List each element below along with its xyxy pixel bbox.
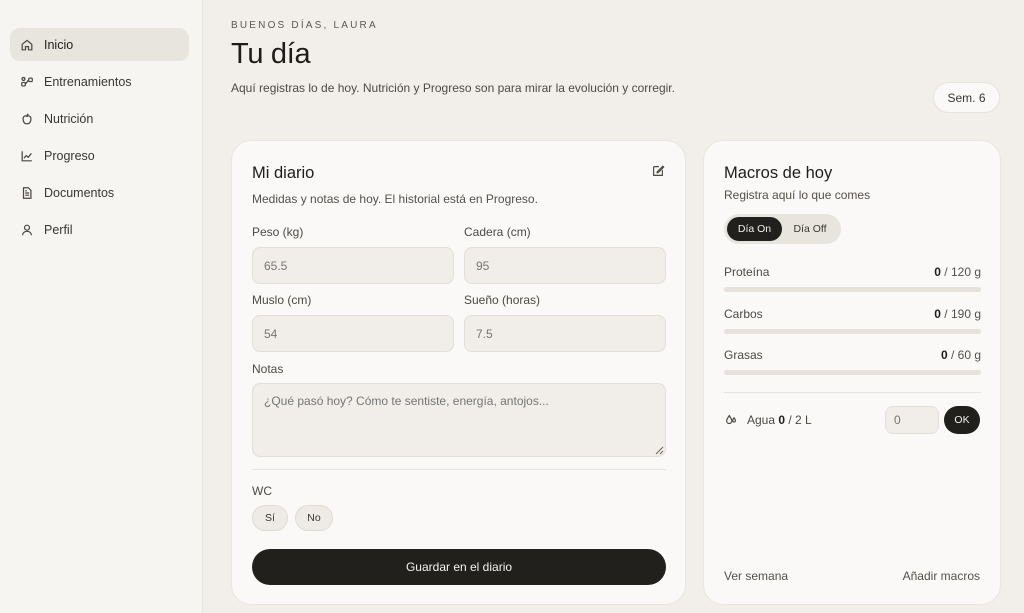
macros-card: Macros de hoy Registra aquí lo que comes… bbox=[703, 140, 1001, 605]
document-icon bbox=[20, 186, 34, 200]
page-subtitle: Aquí registras lo de hoy. Nutrición y Pr… bbox=[231, 81, 675, 95]
macros-description: Registra aquí lo que comes bbox=[724, 188, 871, 202]
day-off-toggle[interactable]: Día Off bbox=[782, 217, 838, 241]
water-row: Agua 0 / 2 L OK bbox=[724, 406, 981, 434]
water-ok-button[interactable]: OK bbox=[944, 406, 980, 434]
macro-value: 0 / 120 g bbox=[934, 265, 981, 279]
macro-name: Proteína bbox=[724, 265, 770, 279]
macro-progress-bar bbox=[724, 329, 981, 334]
save-diary-button[interactable]: Guardar en el diario bbox=[252, 549, 666, 585]
cadera-input[interactable] bbox=[464, 247, 666, 284]
view-week-link[interactable]: Ver semana bbox=[724, 569, 788, 583]
divider bbox=[252, 469, 666, 470]
chart-line-icon bbox=[20, 149, 34, 163]
sidebar-item-label: Inicio bbox=[44, 37, 74, 52]
macro-value: 0 / 60 g bbox=[940, 348, 981, 362]
notes-textarea[interactable] bbox=[252, 383, 666, 457]
peso-label: Peso (kg) bbox=[252, 225, 304, 239]
day-toggle: Día On Día Off bbox=[724, 214, 841, 244]
sidebar-item-label: Documentos bbox=[44, 185, 115, 200]
macros-title: Macros de hoy bbox=[724, 164, 833, 182]
sidebar-item-label: Entrenamientos bbox=[44, 74, 132, 89]
water-label: Agua 0 / 2 L bbox=[747, 413, 812, 427]
resize-grip-icon[interactable] bbox=[655, 446, 664, 455]
divider bbox=[724, 392, 981, 393]
macro-name: Grasas bbox=[724, 348, 763, 362]
sidebar-item-label: Perfil bbox=[44, 222, 73, 237]
cadera-label: Cadera (cm) bbox=[464, 225, 531, 239]
page-title: Tu día bbox=[231, 38, 311, 70]
home-icon bbox=[20, 38, 34, 52]
workouts-icon bbox=[20, 75, 34, 89]
macro-name: Carbos bbox=[724, 307, 763, 321]
sidebar-item-inicio[interactable]: Inicio bbox=[10, 28, 189, 61]
water-drop-icon bbox=[726, 414, 737, 425]
user-icon bbox=[20, 223, 34, 237]
sidebar-item-perfil[interactable]: Perfil bbox=[10, 213, 189, 246]
week-badge[interactable]: Sem. 6 bbox=[933, 82, 1000, 113]
sidebar-item-nutricion[interactable]: Nutrición bbox=[10, 102, 189, 135]
wc-no-button[interactable]: No bbox=[295, 505, 333, 531]
sidebar: Inicio Entrenamientos Nutrición Progreso… bbox=[0, 0, 203, 613]
sueno-input[interactable] bbox=[464, 315, 666, 352]
macro-progress-bar bbox=[724, 287, 981, 292]
muslo-input[interactable] bbox=[252, 315, 454, 352]
wc-label: WC bbox=[252, 484, 272, 498]
muslo-label: Muslo (cm) bbox=[252, 293, 312, 307]
macro-progress-bar bbox=[724, 370, 981, 375]
diary-card: Mi diario Medidas y notas de hoy. El his… bbox=[231, 140, 686, 605]
macro-value: 0 / 190 g bbox=[934, 307, 981, 321]
add-macros-link[interactable]: Añadir macros bbox=[903, 569, 980, 583]
peso-input[interactable] bbox=[252, 247, 454, 284]
diary-title: Mi diario bbox=[252, 164, 315, 182]
sueno-label: Sueño (horas) bbox=[464, 293, 541, 307]
edit-icon[interactable] bbox=[651, 164, 665, 178]
sidebar-item-label: Progreso bbox=[44, 148, 95, 163]
greeting: BUENOS DÍAS, LAURA bbox=[231, 20, 378, 31]
sidebar-item-progreso[interactable]: Progreso bbox=[10, 139, 189, 172]
sidebar-item-documentos[interactable]: Documentos bbox=[10, 176, 189, 209]
wc-yes-button[interactable]: Sí bbox=[252, 505, 288, 531]
apple-icon bbox=[20, 112, 34, 126]
sidebar-item-entrenamientos[interactable]: Entrenamientos bbox=[10, 65, 189, 98]
water-input[interactable] bbox=[885, 406, 939, 434]
day-on-toggle[interactable]: Día On bbox=[727, 217, 782, 241]
notes-label: Notas bbox=[252, 362, 284, 376]
sidebar-item-label: Nutrición bbox=[44, 111, 94, 126]
diary-description: Medidas y notas de hoy. El historial est… bbox=[252, 192, 538, 206]
